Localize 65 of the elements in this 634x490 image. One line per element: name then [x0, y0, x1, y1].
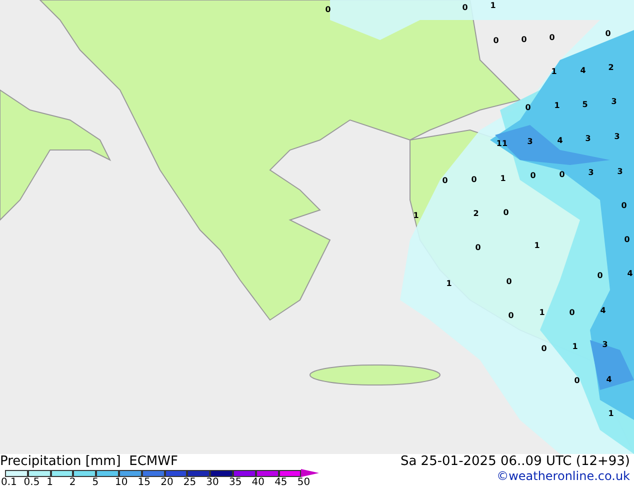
- legend-label: 50: [297, 477, 312, 489]
- legend-label: 0.5: [24, 477, 41, 489]
- precipitation-value: 2: [608, 64, 614, 72]
- legend-label: 2: [69, 477, 77, 489]
- precipitation-value: 4: [606, 376, 612, 384]
- precipitation-value: 1: [551, 68, 557, 76]
- legend-label: 30: [206, 477, 220, 489]
- precipitation-value: 4: [580, 67, 586, 75]
- precipitation-value: 1: [539, 309, 545, 317]
- precipitation-value: 11: [496, 140, 508, 148]
- precipitation-value: 3: [602, 341, 608, 349]
- precipitation-value: 0: [521, 36, 527, 44]
- precipitation-value: 0: [530, 172, 536, 180]
- precipitation-value: 1: [572, 343, 578, 351]
- precipitation-value: 1: [554, 102, 560, 110]
- precipitation-value: 0: [541, 345, 547, 353]
- precipitation-value: 3: [611, 98, 617, 106]
- precipitation-value: 0: [549, 34, 555, 42]
- precipitation-value: 1: [490, 2, 496, 10]
- map-title: Precipitation [mm] ECMWF: [0, 454, 179, 469]
- legend-label: 35: [228, 477, 243, 489]
- legend-arrow-icon: [301, 469, 320, 477]
- precipitation-value: 1: [500, 175, 506, 183]
- precipitation-value: 0: [462, 4, 468, 12]
- precipitation-value: 0: [442, 177, 448, 185]
- precipitation-value: 1: [534, 242, 540, 250]
- precipitation-value: 0: [624, 236, 630, 244]
- precipitation-value: 3: [617, 168, 623, 176]
- precipitation-value: 3: [585, 135, 591, 143]
- precipitation-value: 0: [569, 309, 575, 317]
- precipitation-value: 4: [600, 307, 606, 315]
- precipitation-value: 4: [627, 270, 633, 278]
- precipitation-value: 0: [605, 30, 611, 38]
- precipitation-value: 0: [574, 377, 580, 385]
- precipitation-value: 0: [506, 278, 512, 286]
- precipitation-value: 0: [475, 244, 481, 252]
- legend-label: 45: [274, 477, 288, 489]
- precipitation-value: 0: [559, 171, 565, 179]
- legend-label: 5: [92, 477, 100, 489]
- precipitation-value: 0: [503, 209, 509, 217]
- precipitation-value: 2: [473, 210, 479, 218]
- precipitation-value: 3: [527, 138, 533, 146]
- precipitation-value: 5: [582, 101, 588, 109]
- legend-label: 20: [160, 477, 174, 489]
- precipitation-value: 0: [597, 272, 603, 280]
- legend-label: 0.1: [1, 477, 18, 489]
- precipitation-value: 1: [446, 280, 452, 288]
- precipitation-value: 0: [493, 37, 499, 45]
- precipitation-value: 0: [325, 6, 331, 14]
- precipitation-value: 1: [608, 410, 614, 418]
- credit-link[interactable]: ©weatheronline.co.uk: [496, 469, 630, 484]
- precipitation-value: 4: [557, 137, 563, 145]
- precipitation-value: 0: [508, 312, 514, 320]
- precipitation-value: 1: [413, 212, 419, 220]
- precipitation-value: 3: [614, 133, 620, 141]
- legend-label: 40: [252, 477, 266, 489]
- forecast-date: Sa 25-01-2025 06..09 UTC (12+93): [400, 454, 630, 469]
- legend-label: 25: [183, 477, 198, 489]
- legend-label: 1: [46, 477, 54, 489]
- legend-label: 10: [114, 477, 129, 489]
- legend-label: 15: [138, 477, 152, 489]
- precipitation-value: 3: [588, 169, 594, 177]
- precipitation-value: 0: [471, 176, 477, 184]
- precipitation-value: 0: [621, 202, 627, 210]
- precipitation-value: 0: [525, 104, 531, 112]
